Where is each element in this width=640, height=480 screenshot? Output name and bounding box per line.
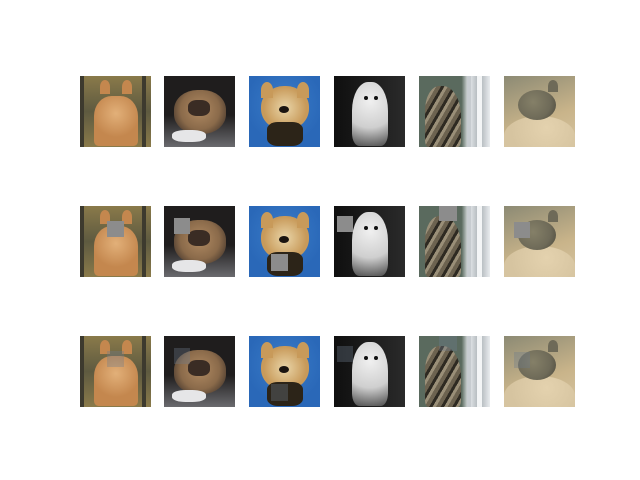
reconstructed-patch [337,346,353,362]
reconstructed-patch [439,336,457,351]
occluded-image-orange-cat [80,206,151,277]
occlusion-patch [337,216,353,232]
occlusion-patch [271,254,288,271]
occluded-image-white-spitz [334,206,405,277]
original-image-tabby-window [419,76,490,147]
occlusion-patch [107,221,124,237]
original-image-white-spitz [334,76,405,147]
reconstructed-image-bulldog [164,336,235,407]
reconstructed-image-white-spitz [334,336,405,407]
occlusion-patch [174,218,190,234]
reconstructed-patch [271,384,288,401]
original-image-sleeping-cat [504,76,575,147]
occluded-image-sleeping-cat [504,206,575,277]
original-image-yorkie [249,76,320,147]
original-image-bulldog [164,76,235,147]
reconstructed-image-orange-cat [80,336,151,407]
reconstructed-image-tabby-window [419,336,490,407]
occluded-image-bulldog [164,206,235,277]
reconstructed-image-yorkie [249,336,320,407]
reconstructed-patch [107,351,124,367]
occluded-image-tabby-window [419,206,490,277]
original-image-orange-cat [80,76,151,147]
occlusion-patch [439,206,457,221]
reconstructed-patch [514,352,530,368]
image-grid-figure [0,0,640,480]
occlusion-patch [514,222,530,238]
reconstructed-patch [174,348,190,364]
reconstructed-image-sleeping-cat [504,336,575,407]
occluded-image-yorkie [249,206,320,277]
